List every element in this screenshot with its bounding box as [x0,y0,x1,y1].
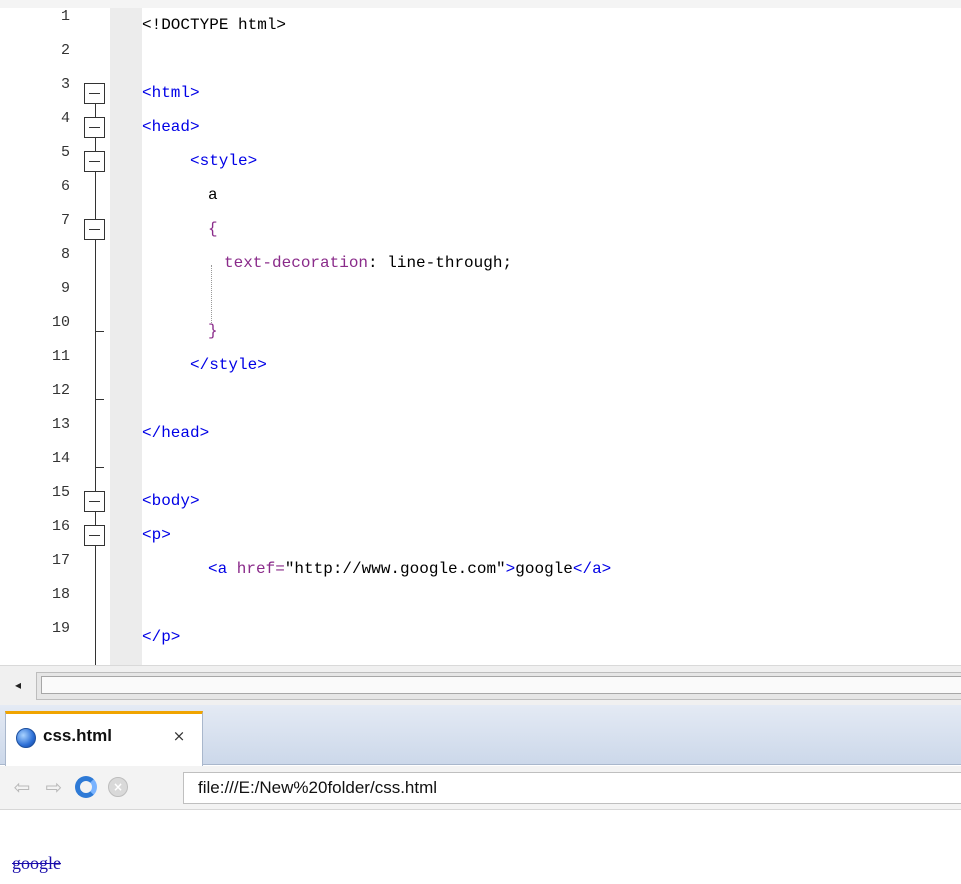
gutter-shade [110,8,142,665]
code-line-3: <html> [142,84,200,118]
line-number: 3 [60,76,70,93]
line-number: 11 [51,348,70,365]
line-number: 8 [60,246,70,263]
fold-toggle-style[interactable] [84,151,105,172]
code-editor[interactable]: 1 2 3 4 5 6 7 8 9 10 11 12 13 14 15 16 1… [0,0,961,665]
page-link-google[interactable]: google [12,853,61,874]
fold-toggle-html[interactable] [84,83,105,104]
line-number: 14 [51,450,70,467]
head-close-tag: </head> [142,424,210,442]
code-line-7: { [208,220,218,254]
code-line-11: </style> [190,356,267,390]
html-tag: <html> [142,84,200,102]
refresh-icon[interactable] [74,775,98,799]
fold-end-marker [95,331,104,332]
line-number: 16 [51,518,70,535]
line-number: 17 [51,552,70,569]
browser-globe-icon [16,728,36,748]
fold-end-marker [95,399,104,400]
stop-icon-circle: × [108,777,128,797]
anchor-close-tag: </a> [572,560,612,578]
code-line-4: <head> [142,118,200,152]
tab-css-html[interactable]: css.html × [5,711,203,766]
line-number: 18 [51,586,70,603]
horizontal-scrollbar[interactable]: ◂ [0,665,961,705]
fold-end-marker [95,467,104,468]
doctype: <!DOCTYPE html> [142,16,287,34]
code-line-5: <style> [190,152,257,186]
p-close-tag: </p> [142,628,181,646]
code-line-8: text-decoration: line-through; [224,254,512,288]
close-icon[interactable]: × [170,727,188,745]
code-text-area[interactable]: <!DOCTYPE html> <html> <head> <style> a … [142,8,961,665]
href-attribute: href= [227,560,285,578]
tab-bar: css.html × [0,705,961,766]
code-line-1: <!DOCTYPE html> [142,16,286,50]
line-number: 5 [60,144,70,161]
close-brace: } [208,322,218,340]
css-value: line-through; [377,254,513,272]
fold-toggle-head[interactable] [84,117,105,138]
fold-margin [82,8,110,665]
style-tag: <style> [190,152,258,170]
fold-toggle-body[interactable] [84,491,105,512]
anchor-open-close: > [505,560,516,578]
style-close-tag: </style> [190,356,267,374]
fold-guide-line [95,88,96,665]
line-number: 19 [51,620,70,637]
scroll-left-arrow-icon[interactable]: ◂ [8,674,28,696]
code-line-16: <p> [142,526,171,560]
line-number: 1 [60,8,70,25]
open-brace: { [208,220,218,238]
line-number: 15 [51,484,70,501]
editor-top-border [0,0,961,8]
fold-toggle-p[interactable] [84,525,105,546]
tab-label: css.html [43,726,112,745]
refresh-icon-circle [75,776,97,798]
body-tag: <body> [142,492,200,510]
navigation-bar: ⇦ ⇨ × file:///E:/New%20folder/css.html [0,766,961,810]
scroll-thumb[interactable] [41,676,961,694]
p-tag: <p> [142,526,171,544]
code-line-13: </head> [142,424,209,458]
line-number: 6 [60,178,70,195]
browser-preview: css.html × ⇦ ⇨ × file:///E:/New%20folder… [0,705,961,884]
css-selector: a [208,186,218,204]
address-bar[interactable]: file:///E:/New%20folder/css.html [183,772,961,804]
line-number: 4 [60,110,70,127]
css-colon: : [368,254,378,272]
code-line-19: </p> [142,628,180,662]
code-line-15: <body> [142,492,200,526]
line-number: 10 [51,314,70,331]
indent-guide [211,265,212,323]
code-line-6: a [208,186,218,220]
anchor-open-tag: <a [208,560,228,578]
line-number: 2 [60,42,70,59]
code-line-10: } [208,322,218,356]
code-line-17: <a href="http://www.google.com">google</… [208,560,611,594]
href-value: "http://www.google.com" [284,560,506,578]
css-property: text-decoration [224,254,369,272]
back-arrow-icon[interactable]: ⇦ [10,775,34,799]
line-number: 12 [51,382,70,399]
anchor-text: google [515,560,573,578]
line-number: 7 [60,212,70,229]
line-number: 9 [60,280,70,297]
fold-toggle-rule[interactable] [84,219,105,240]
head-tag: <head> [142,118,200,136]
forward-arrow-icon[interactable]: ⇨ [42,775,66,799]
stop-icon[interactable]: × [106,775,130,799]
line-number: 13 [51,416,70,433]
